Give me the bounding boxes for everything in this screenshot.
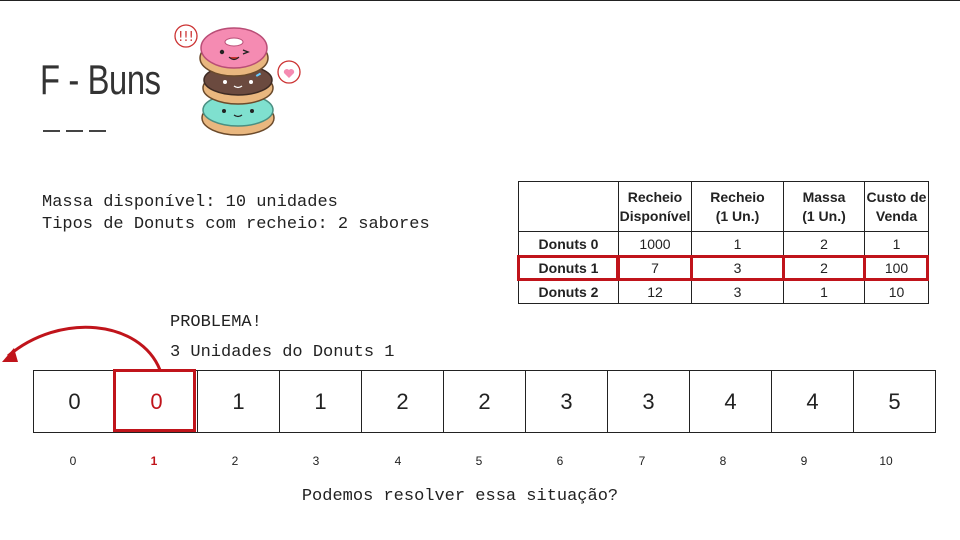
dp-cell: 4 (771, 370, 854, 433)
dp-cell: 3 (525, 370, 608, 433)
dp-index: 0 (69, 454, 77, 468)
table-cell: 1 (864, 231, 929, 256)
table-cell: Donuts 2 (518, 279, 619, 304)
table-header: Massa (1 Un.) (783, 181, 865, 232)
problem-text: PROBLEMA! 3 Unidades do Donuts 1 (170, 308, 394, 368)
info-text: Massa disponível: 10 unidades Tipos de D… (42, 192, 430, 236)
header-line: Massa (802, 188, 846, 205)
table-cell: 2 (783, 231, 865, 256)
header-line: Recheio (627, 188, 683, 205)
dp-array: 0 0 1 1 2 2 3 3 4 4 5 (33, 370, 936, 433)
header-line: Disponível (619, 207, 691, 224)
table-cell: Donuts 0 (518, 231, 619, 256)
slide-title: F - Buns (40, 56, 161, 103)
table-cell: 1 (691, 231, 784, 256)
dp-index: 9 (800, 454, 808, 468)
svg-text:!!!: !!! (178, 30, 194, 45)
table-cell: 1000 (618, 231, 692, 256)
table-header-empty (518, 181, 619, 232)
donut-stack-icon: !!! (174, 24, 301, 136)
table-header: Recheio (1 Un.) (691, 181, 784, 232)
table-row: Donuts 0 1000 1 2 1 (518, 231, 929, 256)
dp-index: 3 (312, 454, 320, 468)
table-cell: 1 (783, 279, 865, 304)
table-cell: 100 (864, 255, 929, 280)
header-line: (1 Un.) (802, 207, 846, 224)
table-cell: 3 (691, 279, 784, 304)
dp-cell: 1 (197, 370, 280, 433)
title-underline (43, 130, 107, 132)
dp-cell-highlighted: 0 (115, 370, 198, 433)
dp-index: 4 (394, 454, 402, 468)
dp-index: 7 (638, 454, 646, 468)
top-border (0, 0, 960, 1)
header-line: Recheio (710, 188, 765, 205)
table-cell: Donuts 1 (518, 255, 619, 280)
question-text: Podemos resolver essa situação? (301, 487, 619, 506)
problem-detail: 3 Unidades do Donuts 1 (170, 343, 395, 362)
dp-index: 5 (475, 454, 483, 468)
table-cell: 2 (783, 255, 865, 280)
dp-index: 2 (231, 454, 239, 468)
table-cell: 10 (864, 279, 929, 304)
table-header: Custo de Venda (864, 181, 929, 232)
dp-index: 8 (719, 454, 727, 468)
problem-heading: PROBLEMA! (170, 313, 262, 332)
table-cell: 7 (618, 255, 692, 280)
dp-cell: 5 (853, 370, 936, 433)
dp-index: 6 (556, 454, 564, 468)
table-cell: 3 (691, 255, 784, 280)
table-cell: 12 (618, 279, 692, 304)
info-line-tipos: Tipos de Donuts com recheio: 2 sabores (42, 215, 430, 234)
dp-cell: 1 (279, 370, 362, 433)
dp-cell: 2 (443, 370, 526, 433)
dp-index-highlighted: 1 (150, 454, 158, 468)
dp-index: 10 (879, 454, 893, 468)
dp-cell: 4 (689, 370, 772, 433)
table-header-row: Recheio Disponível Recheio (1 Un.) Massa (1… (518, 181, 929, 232)
header-line: Venda (875, 207, 918, 224)
dp-cell: 3 (607, 370, 690, 433)
dp-cell: 2 (361, 370, 444, 433)
table-row: Donuts 1 7 3 2 100 (518, 255, 929, 280)
donuts-table: Recheio Disponível Recheio (1 Un.) Massa (1… (518, 181, 929, 304)
header-line: Custo de (866, 188, 927, 205)
dp-cell: 0 (33, 370, 116, 433)
header-line: (1 Un.) (715, 207, 760, 224)
table-row: Donuts 2 12 3 1 10 (518, 279, 929, 304)
table-header: Recheio Disponível (618, 181, 692, 232)
info-line-massa: Massa disponível: 10 unidades (42, 193, 338, 212)
